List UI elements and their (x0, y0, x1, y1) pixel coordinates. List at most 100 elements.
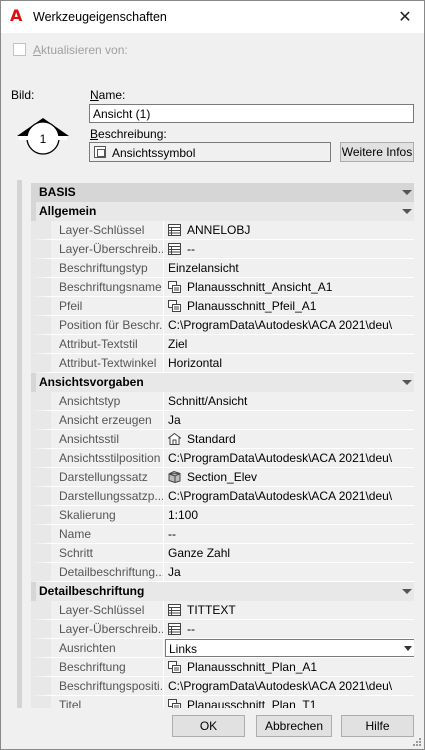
property-name: Beschriftungspositi... (51, 677, 164, 695)
property-value-text: TITTEXT (187, 603, 236, 617)
property-value-text: C:\ProgramData\Autodesk\ACA 2021\deu\ (168, 489, 393, 503)
property-name: Layer-Überschreib... (51, 240, 164, 258)
property-value[interactable]: ANNELOBJ (165, 221, 414, 239)
property-row[interactable]: Beschriftungspositi... C:\ProgramData\Aut… (31, 677, 414, 696)
category-header[interactable]: Detailbeschriftung (31, 582, 414, 601)
collapse-chevron-icon[interactable] (402, 589, 412, 594)
property-row[interactable]: Layer-Schlüssel ANNELOBJ (31, 221, 414, 240)
cancel-button[interactable]: Abbrechen (256, 715, 332, 737)
property-row[interactable]: Attribut-Textwinkel Horizontal (31, 354, 414, 373)
property-row[interactable]: Ansichtsstilposition C:\ProgramData\Autod… (31, 449, 414, 468)
close-button[interactable]: ✕ (394, 6, 416, 28)
property-value[interactable]: Planausschnitt_Ansicht_A1 (165, 278, 414, 296)
property-name: Layer-Überschreib... (51, 620, 164, 638)
description-value: Ansichtssymbol (112, 146, 196, 160)
property-value[interactable]: Einzelansicht (165, 259, 414, 277)
property-value-text: Section_Elev (187, 470, 258, 484)
property-row[interactable]: Pfeil Planausschnitt_Pfeil_A1 (31, 297, 414, 316)
property-row[interactable]: Ausrichten Links (31, 639, 414, 658)
property-row[interactable]: Position für Beschr... C:\ProgramData\Aut… (31, 316, 414, 335)
property-value[interactable]: Planausschnitt_Plan_A1 (165, 658, 414, 676)
property-row[interactable]: Skalierung 1:100 (31, 506, 414, 525)
property-value-text: Planausschnitt_Plan_T1 (187, 698, 317, 708)
property-name: Darstellungssatzp... (51, 487, 164, 505)
property-value-text: 1:100 (168, 508, 199, 522)
property-value[interactable]: -- (165, 525, 414, 543)
property-name: Beschriftungsname (51, 278, 164, 296)
property-name: Skalierung (51, 506, 164, 524)
property-value-text: -- (187, 622, 195, 636)
property-value[interactable]: C:\ProgramData\Autodesk\ACA 2021\deu\ (165, 677, 414, 695)
property-value-text: Planausschnitt_Plan_A1 (187, 660, 318, 674)
more-info-button[interactable]: Weitere Infos (340, 142, 414, 162)
property-name: Pfeil (51, 297, 164, 315)
name-input[interactable] (89, 104, 414, 123)
property-value[interactable]: C:\ProgramData\Autodesk\ACA 2021\deu\ (165, 487, 414, 505)
category-header[interactable]: Allgemein (31, 202, 414, 221)
property-row[interactable]: Darstellungssatzp... C:\ProgramData\Autod… (31, 487, 414, 506)
property-row[interactable]: Ansichtstyp Schnitt/Ansicht (31, 392, 414, 411)
property-value-text: C:\ProgramData\Autodesk\ACA 2021\deu\ (168, 318, 393, 332)
property-value[interactable]: Ganze Zahl (165, 544, 414, 562)
table-icon (168, 622, 181, 635)
category-title: Detailbeschriftung (39, 584, 145, 598)
property-value-text: Ja (168, 413, 181, 427)
property-row[interactable]: Beschriftungstyp Einzelansicht (31, 259, 414, 278)
property-value[interactable]: -- (165, 620, 414, 638)
property-value[interactable]: Ja (165, 563, 414, 581)
property-row[interactable]: Attribut-Textstil Ziel (31, 335, 414, 354)
property-value-text: Einzelansicht (168, 261, 239, 275)
property-name: Titel (51, 696, 164, 708)
property-row[interactable]: Layer-Überschreib... -- (31, 620, 414, 639)
house-icon (167, 432, 182, 445)
property-row[interactable]: Layer-Überschreib... -- (31, 240, 414, 259)
property-value[interactable]: Section_Elev (165, 468, 414, 486)
property-value-text: -- (187, 242, 195, 256)
property-value[interactable]: Schnitt/Ansicht (165, 392, 414, 410)
property-value[interactable]: C:\ProgramData\Autodesk\ACA 2021\deu\ (165, 449, 414, 467)
property-dropdown[interactable]: Links (165, 639, 414, 657)
update-from-label: Aktualisieren von: (33, 43, 128, 57)
property-value[interactable]: Ja (165, 411, 414, 429)
property-value[interactable]: 1:100 (165, 506, 414, 524)
property-value[interactable]: -- (165, 240, 414, 258)
dropdown-chevron-icon[interactable] (404, 646, 412, 651)
table-icon (168, 242, 181, 255)
property-value[interactable]: Standard (165, 430, 414, 448)
tool-properties-dialog: A Werkzeugeigenschaften ✕ Aktualisieren … (0, 0, 425, 750)
update-from-checkbox[interactable] (13, 43, 26, 56)
property-row[interactable]: Ansichtsstil Standard (31, 430, 414, 449)
collapse-chevron-icon[interactable] (402, 209, 412, 214)
property-value-text: ANNELOBJ (187, 223, 251, 237)
property-row[interactable]: Schritt Ganze Zahl (31, 544, 414, 563)
property-value[interactable]: TITTEXT (165, 601, 414, 619)
property-row[interactable]: Darstellungssatz Section_Elev (31, 468, 414, 487)
property-name: Layer-Schlüssel (51, 601, 164, 619)
property-value[interactable]: C:\ProgramData\Autodesk\ACA 2021\deu\ (165, 316, 414, 334)
property-value[interactable]: Planausschnitt_Pfeil_A1 (165, 297, 414, 315)
collapse-chevron-icon[interactable] (402, 380, 412, 385)
property-row[interactable]: Name -- (31, 525, 414, 544)
property-value[interactable]: Planausschnitt_Plan_T1 (165, 696, 414, 708)
dialog-title: Werkzeugeigenschaften (33, 10, 167, 24)
title-bar: A Werkzeugeigenschaften ✕ (1, 1, 424, 33)
category-header[interactable]: Ansichtsvorgaben (31, 373, 414, 392)
property-value[interactable]: Horizontal (165, 354, 414, 372)
property-row[interactable]: Beschriftungsname Planausschnitt_Ansicht_… (31, 278, 414, 297)
property-row[interactable]: Titel Planausschnitt_Plan_T1 (31, 696, 414, 708)
ok-button[interactable]: OK (172, 715, 245, 737)
property-name: Ansichtstyp (51, 392, 164, 410)
property-row[interactable]: Detailbeschriftung... Ja (31, 563, 414, 582)
property-row[interactable]: Layer-Schlüssel TITTEXT (31, 601, 414, 620)
section-basis[interactable]: BASIS (31, 183, 414, 202)
property-name: Schritt (51, 544, 164, 562)
category-title: Ansichtsvorgaben (39, 375, 144, 389)
resize-grip-icon[interactable] (412, 737, 422, 747)
property-row[interactable]: Ansicht erzeugen Ja (31, 411, 414, 430)
property-name: Beschriftungstyp (51, 259, 164, 277)
block-icon (168, 660, 181, 673)
help-button[interactable]: Hilfe (341, 715, 414, 737)
property-row[interactable]: Beschriftung Planausschnitt_Plan_A1 (31, 658, 414, 677)
property-value[interactable]: Ziel (165, 335, 414, 353)
collapse-chevron-icon[interactable] (402, 190, 412, 195)
